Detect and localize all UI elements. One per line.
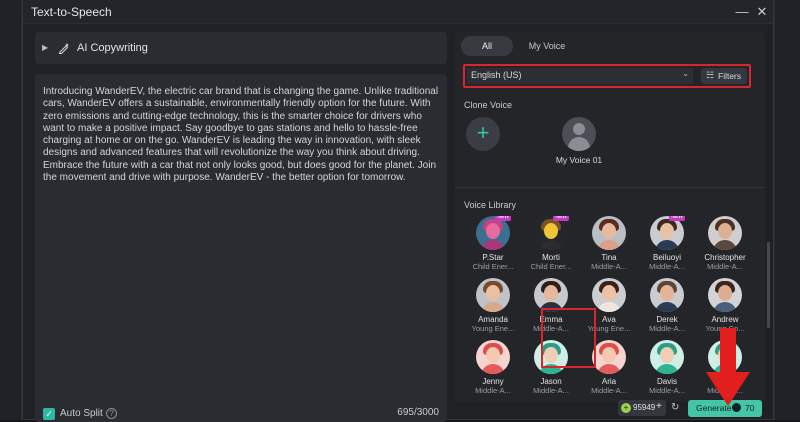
credits-amount: 95949 [633,403,656,412]
close-icon[interactable]: ✕ [753,3,771,21]
voice-item-andrew[interactable]: Andrew Young Co... [696,278,754,333]
voice-name: Amanda [478,315,508,324]
clone-voice-title: Clone Voice [464,100,513,110]
voice-description: Middle-A... [707,262,743,271]
avatar [592,278,626,312]
filters-label: Filters [718,71,742,81]
voice-name: Christopher [704,253,746,262]
avatar [650,340,684,374]
voice-description: Middle-A... [649,386,685,395]
voice-description: Child Ener... [472,262,514,271]
script-editor[interactable]: Introducing WanderEV, the electric car b… [35,74,447,422]
language-select[interactable]: English (US) ⌄ [467,68,693,84]
script-textarea[interactable]: Introducing WanderEV, the electric car b… [43,86,443,346]
filter-icon: ☵ [706,70,715,80]
filters-button[interactable]: ☵ Filters [701,68,747,84]
my-voice-item[interactable]: My Voice 01 [549,117,609,165]
text-to-speech-dialog: Text-to-Speech — ✕ ▶ AI Copywriting Intr… [22,0,774,422]
avatar [562,117,596,151]
voice-name: Jason [540,377,562,386]
arrow-down-icon [706,328,750,406]
voice-description: Middle-A... [591,262,627,271]
avatar [476,340,510,374]
voice-item-morti[interactable]: NEW Morti Child Ener... [522,216,580,271]
avatar [534,216,568,250]
minimize-icon[interactable]: — [733,3,751,21]
voice-item-amanda[interactable]: Amanda Young Ene... [464,278,522,333]
voice-name: Derek [656,315,678,324]
voice-item-p-star[interactable]: NEW P.Star Child Ener... [464,216,522,271]
voice-item-tina[interactable]: Tina Middle-A... [580,216,638,271]
avatar [650,216,684,250]
voice-name: Morti [542,253,560,262]
avatar [650,278,684,312]
my-voice-name: My Voice 01 [555,155,603,165]
voice-name: Tina [601,253,617,262]
tab-all[interactable]: All [461,36,513,56]
voice-library-title: Voice Library [464,200,517,210]
ai-pen-icon [58,43,69,54]
language-filter-row: English (US) ⌄ ☵ Filters [463,64,751,88]
selected-voice-highlight [541,308,596,368]
refresh-icon[interactable]: ↻ [671,402,679,413]
voice-name: Jenny [482,377,504,386]
voice-description: Middle-A... [591,386,627,395]
language-value: English (US) [471,70,522,80]
voice-item-derek[interactable]: Derek Middle-A... [638,278,696,333]
chevron-down-icon: ⌄ [682,69,689,78]
voice-item-christopher[interactable]: Christopher Middle-A... [696,216,754,271]
voice-name: Beiluoyi [652,253,681,262]
footer-bar: + 95949 + ↻ Generate 70 [23,399,773,419]
plus-icon: + [476,120,490,145]
add-credits-icon[interactable]: + [656,401,662,412]
ai-copywriting-bar[interactable]: ▶ AI Copywriting [35,32,447,64]
title-bar: Text-to-Speech — ✕ [23,0,773,24]
voice-description: Middle-A... [649,324,685,333]
voice-description: Middle-A... [649,262,685,271]
voice-description: Young Ene... [471,324,515,333]
coin-icon: + [621,403,631,413]
background-left-strip [0,0,22,420]
voice-item-davis[interactable]: Davis Middle-A... [638,340,696,395]
avatar [708,278,742,312]
new-badge: NEW [669,216,685,221]
new-badge: NEW [495,216,511,221]
avatar [476,216,510,250]
voice-description: Child Ener... [530,262,572,271]
voice-name: Andrew [711,315,739,324]
tab-my-voice[interactable]: My Voice [519,36,575,56]
avatar [592,340,626,374]
add-clone-voice-button[interactable]: + [466,117,500,151]
voice-item-jenny[interactable]: Jenny Middle-A... [464,340,522,395]
new-badge: NEW [553,216,569,221]
voice-name: Aria [601,377,617,386]
section-divider [455,187,765,188]
voice-library-scrollbar[interactable] [767,242,770,328]
avatar [476,278,510,312]
ai-copywriting-label: AI Copywriting [77,42,148,54]
credits-display[interactable]: + 95949 + [618,400,666,416]
voice-name: P.Star [482,253,504,262]
caret-right-icon: ▶ [42,43,49,52]
avatar [592,216,626,250]
voice-name: Davis [656,377,677,386]
dialog-title: Text-to-Speech [31,5,112,19]
background-right-strip [774,0,800,420]
voice-item-beiluoyi[interactable]: NEW Beiluoyi Middle-A... [638,216,696,271]
avatar [708,216,742,250]
avatar [534,278,568,312]
voice-description: Middle-A... [533,386,569,395]
voice-description: Middle-A... [475,386,511,395]
